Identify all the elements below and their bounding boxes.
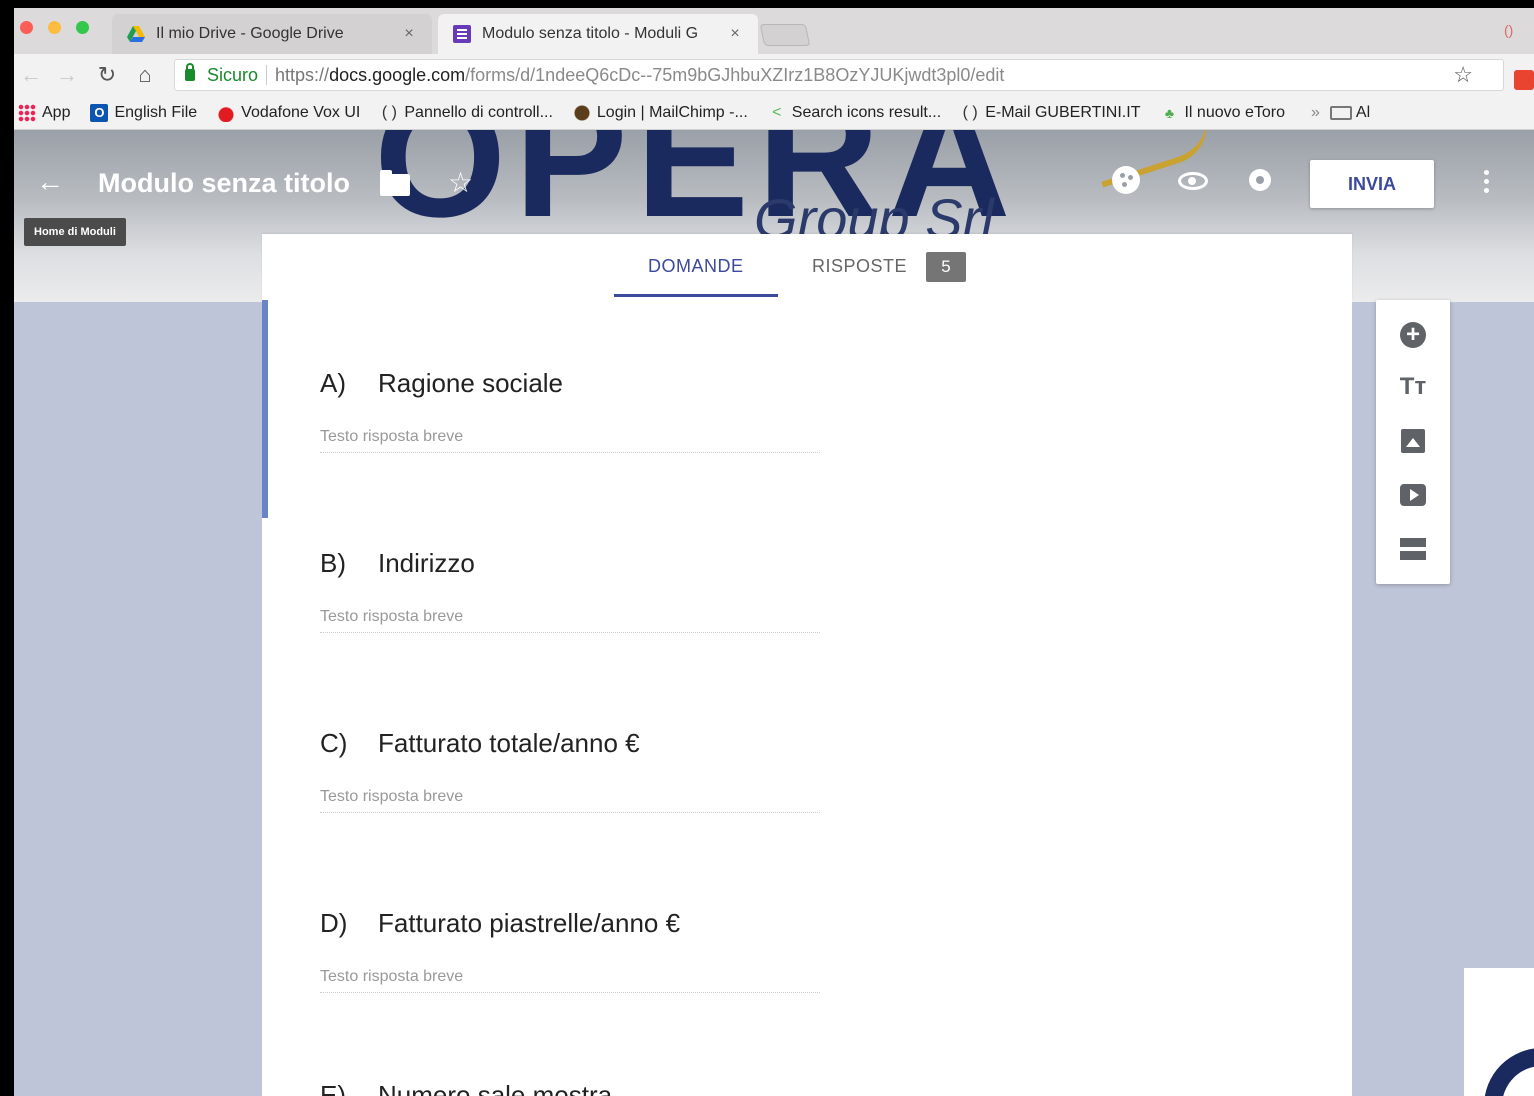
short-answer-field: Testo risposta breve: [320, 428, 820, 453]
bookmark-mailchimp[interactable]: Login | MailChimp -...: [572, 103, 748, 122]
bookmark-pannello[interactable]: ( ) Pannello di controll...: [380, 104, 553, 122]
apps-grid-icon: [18, 103, 36, 122]
short-answer-field: Testo risposta breve: [320, 608, 820, 633]
url-separator: [266, 65, 268, 85]
screen-left-edge: [0, 0, 14, 1096]
active-question-indicator: [262, 300, 268, 518]
tab-questions[interactable]: DOMANDE: [648, 256, 744, 277]
close-tab-icon[interactable]: ×: [400, 25, 418, 43]
url-path: /forms/d/1ndeeQ6cDc--75m9bGJhbuXZIrz1B8O…: [465, 64, 1005, 85]
question-letter: C): [320, 728, 348, 758]
url-scheme: https://: [275, 64, 330, 85]
profile-indicator-icon[interactable]: (): [1504, 22, 1513, 38]
url-host: docs.google.com: [329, 64, 466, 85]
form-questions-card: A) Ragione sociale Testo risposta breve …: [262, 300, 1352, 1096]
oxford-icon: O: [90, 103, 109, 122]
active-tab-indicator: [614, 294, 778, 297]
tab-google-forms[interactable]: Modulo senza titolo - Moduli G ×: [438, 14, 758, 54]
address-bar[interactable]: Sicuro https:// docs.google.com /forms/d…: [174, 59, 1504, 91]
add-section-icon[interactable]: [1398, 534, 1428, 564]
short-answer-field: Testo risposta breve: [320, 968, 820, 993]
page-icon: ( ): [381, 103, 397, 121]
screen-top-edge: [0, 0, 1534, 8]
new-tab-button[interactable]: [759, 24, 811, 46]
question-letter: E): [320, 1080, 346, 1096]
form-tabs: DOMANDE RISPOSTE 5: [262, 234, 1352, 300]
mailchimp-icon: [572, 103, 591, 122]
back-icon[interactable]: ←: [18, 62, 44, 88]
folder-icon: [1329, 105, 1352, 120]
question-letter: B): [320, 548, 346, 578]
send-button[interactable]: INVIA: [1310, 160, 1434, 208]
bookmark-search-icons[interactable]: < Search icons result...: [768, 104, 941, 122]
star-icon[interactable]: ☆: [448, 166, 473, 199]
bookmark-label: Pannello di controll...: [404, 103, 553, 121]
add-image-icon[interactable]: [1398, 426, 1428, 456]
question-title[interactable]: Fatturato piastrelle/anno €: [378, 908, 680, 939]
add-question-icon[interactable]: [1398, 320, 1428, 350]
question-title[interactable]: Ragione sociale: [378, 368, 563, 399]
add-video-icon[interactable]: [1398, 480, 1428, 510]
extension-icon[interactable]: [1514, 70, 1534, 90]
short-answer-field: Testo risposta breve: [320, 788, 820, 813]
bookmark-label: English File: [114, 103, 198, 121]
back-arrow-icon[interactable]: ←: [36, 166, 64, 198]
add-title-icon[interactable]: Tт: [1398, 372, 1428, 402]
bookmark-label: App: [42, 103, 71, 121]
vodafone-icon: [217, 103, 236, 122]
bookmark-gubertini[interactable]: ( ) E-Mail GUBERTINI.IT: [961, 103, 1141, 122]
page-icon: ( ): [962, 103, 978, 121]
bookmarks-overflow-icon[interactable]: »: [1311, 104, 1320, 122]
maximize-window-button[interactable]: [76, 21, 89, 34]
tab-title: Modulo senza titolo - Moduli G: [482, 25, 699, 42]
question-letter: D): [320, 908, 348, 938]
question-title[interactable]: Indirizzo: [378, 548, 475, 579]
bookmark-label: Il nuovo eToro: [1184, 103, 1285, 121]
home-tooltip: Home di Moduli: [24, 218, 126, 246]
bookmark-app[interactable]: App: [18, 103, 71, 122]
tab-title: Il mio Drive - Google Drive: [156, 25, 344, 42]
share-icon: <: [772, 103, 782, 121]
move-to-folder-icon[interactable]: [380, 170, 410, 196]
bookmark-english-file[interactable]: O English File: [90, 103, 198, 122]
google-forms-icon: [453, 25, 471, 43]
lock-icon: [185, 63, 195, 81]
question-title[interactable]: Numero sale mostra: [378, 1080, 612, 1096]
bookmark-vodafone[interactable]: Vodafone Vox UI: [217, 103, 361, 122]
tab-responses[interactable]: RISPOSTE: [812, 256, 907, 277]
bookmark-label: Search icons result...: [791, 103, 942, 121]
bookmark-label: Login | MailChimp -...: [596, 103, 748, 121]
reload-icon[interactable]: ↻: [94, 62, 120, 88]
bookmark-star-icon[interactable]: ☆: [1453, 62, 1473, 88]
form-title[interactable]: Modulo senza titolo: [98, 168, 350, 199]
bookmark-folder-label[interactable]: Al: [1356, 104, 1370, 122]
etoro-icon: ♣: [1164, 104, 1175, 121]
gear-icon[interactable]: [1246, 166, 1274, 194]
question-title[interactable]: Fatturato totale/anno €: [378, 728, 640, 759]
close-tab-icon[interactable]: ×: [726, 25, 744, 43]
palette-icon[interactable]: [1112, 166, 1140, 194]
question-letter: A): [320, 368, 346, 398]
bookmark-label: Vodafone Vox UI: [241, 103, 361, 121]
more-vert-icon[interactable]: [1484, 170, 1490, 196]
close-window-button[interactable]: [20, 21, 33, 34]
bookmark-label: E-Mail GUBERTINI.IT: [985, 103, 1141, 121]
preview-eye-icon[interactable]: [1178, 172, 1208, 190]
tab-strip: Il mio Drive - Google Drive × Modulo sen…: [14, 8, 1534, 54]
browser-toolbar: ← → ↻ ⌂ Sicuro https:// docs.google.com …: [14, 54, 1534, 96]
bookmarks-bar: App O English File Vodafone Vox UI ( ) P…: [14, 96, 1534, 130]
minimize-window-button[interactable]: [48, 21, 61, 34]
tab-google-drive[interactable]: Il mio Drive - Google Drive ×: [112, 14, 432, 54]
home-icon[interactable]: ⌂: [132, 62, 158, 88]
browser-window: Il mio Drive - Google Drive × Modulo sen…: [14, 8, 1534, 1096]
overlay-logo-fragment: [1464, 968, 1534, 1096]
bookmark-etoro[interactable]: ♣ Il nuovo eToro: [1160, 104, 1285, 122]
forward-icon[interactable]: →: [54, 62, 80, 88]
google-drive-icon: [127, 26, 145, 42]
secure-label: Sicuro: [207, 64, 259, 85]
question-tools-panel: Tт: [1376, 300, 1450, 584]
responses-count-badge: 5: [926, 252, 966, 282]
